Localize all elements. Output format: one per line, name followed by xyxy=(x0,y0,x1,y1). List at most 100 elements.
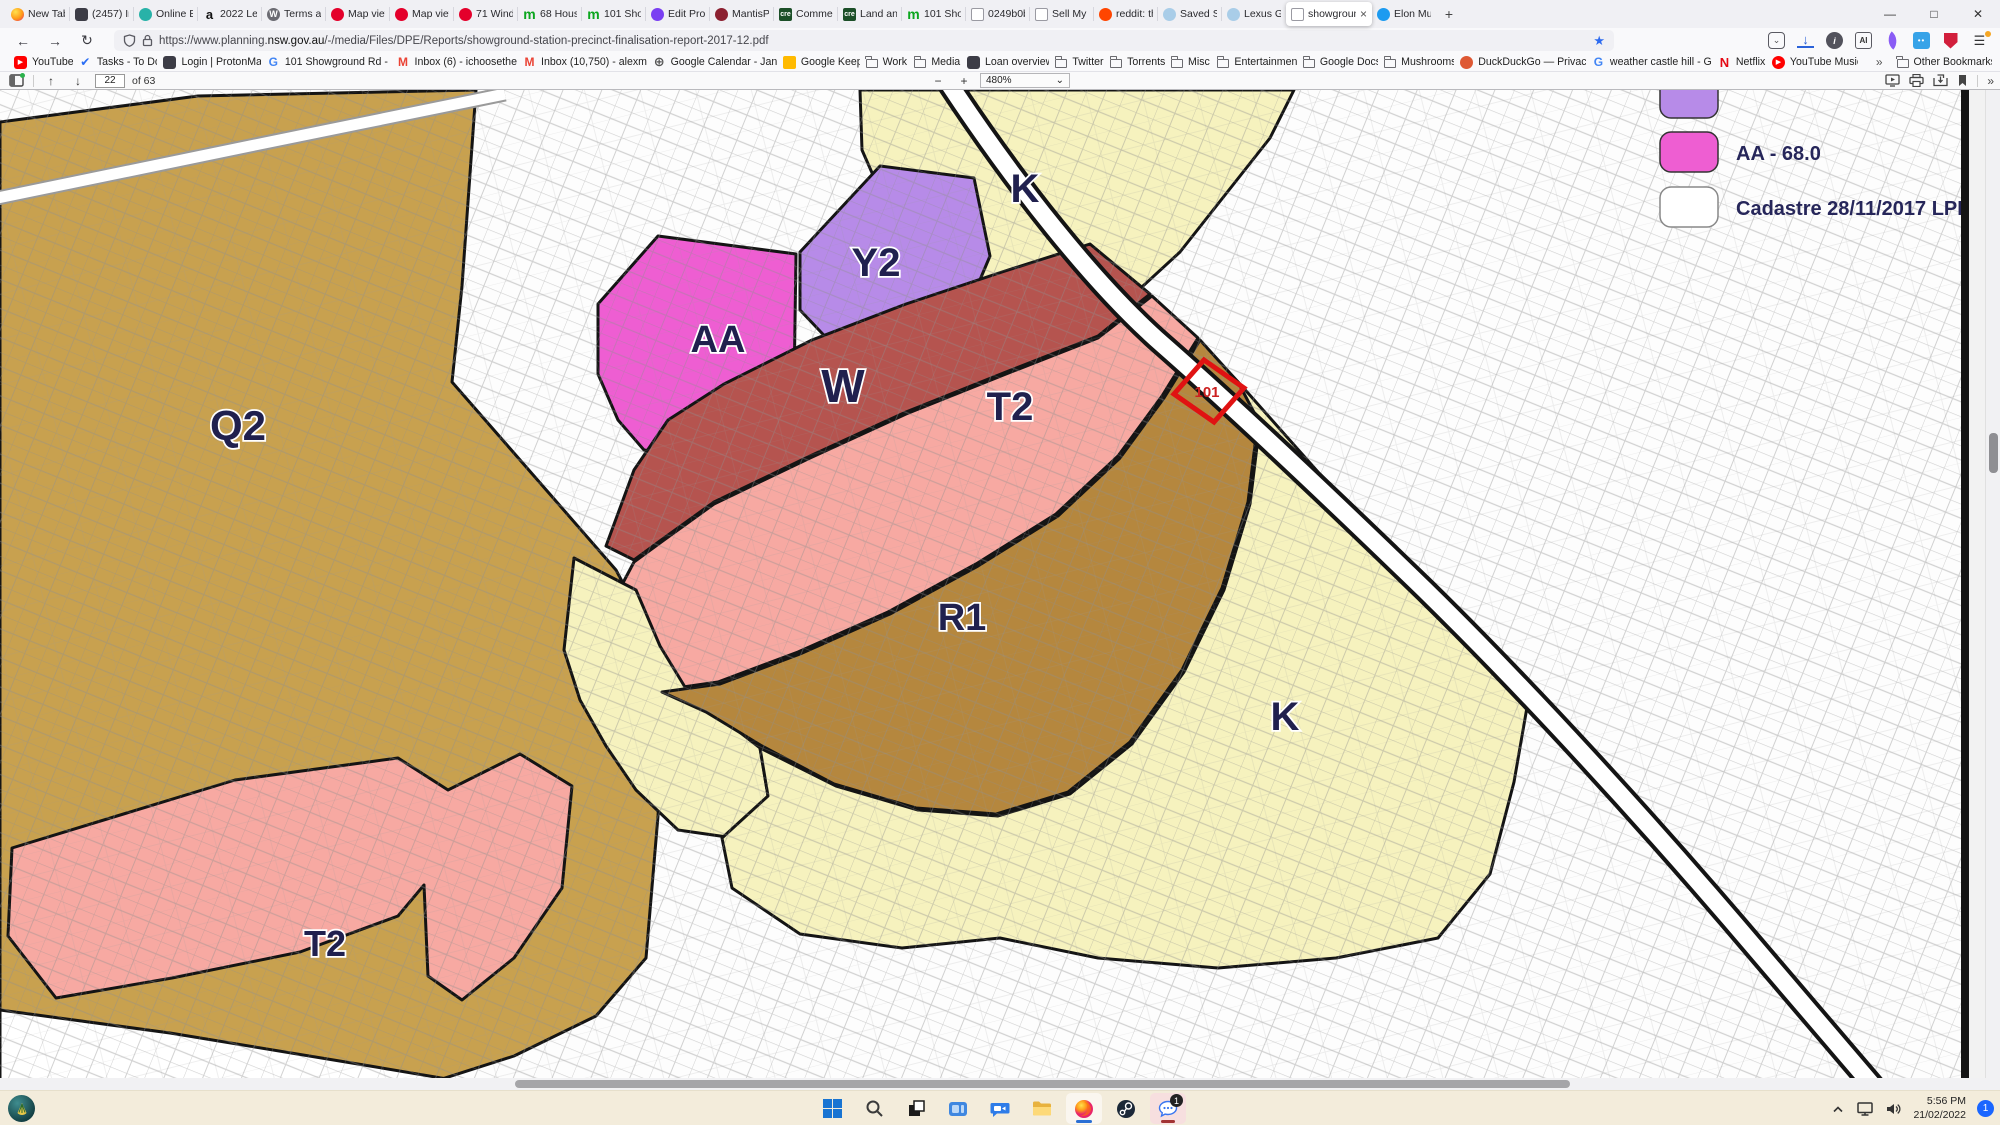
messages-icon[interactable]: 1 xyxy=(1150,1093,1186,1124)
browser-tab[interactable]: Online Ban × xyxy=(134,2,198,26)
pdf-zoom-in[interactable]: + xyxy=(954,73,974,89)
horizontal-scrollbar-thumb[interactable] xyxy=(515,1080,1570,1088)
pdf-page-down[interactable]: ↓ xyxy=(68,73,88,89)
browser-tab[interactable]: New Tab × xyxy=(6,2,70,26)
tray-expand-chevron-icon[interactable] xyxy=(1830,1103,1846,1115)
browser-tab[interactable]: W Terms and c × xyxy=(262,2,326,26)
pdf-page-up[interactable]: ↑ xyxy=(41,73,61,89)
browser-tab[interactable]: m 101 Showg × xyxy=(902,2,966,26)
browser-tab[interactable]: (2457) Inbo × xyxy=(70,2,134,26)
steam-icon[interactable] xyxy=(1108,1093,1144,1124)
bookmark-item[interactable]: Google Keep xyxy=(777,56,860,69)
browser-tab[interactable]: Map view o × xyxy=(390,2,454,26)
pocket-icon[interactable]: ⌄ xyxy=(1768,32,1785,49)
bookmark-item[interactable]: Entertainment xyxy=(1211,56,1296,68)
bookmark-item[interactable]: Login | ProtonMail xyxy=(157,56,260,69)
pdf-zoom-out[interactable]: − xyxy=(928,73,948,89)
browser-tab[interactable]: MantisProp × xyxy=(710,2,774,26)
bot-extension-icon[interactable]: •• xyxy=(1913,32,1930,49)
back-button[interactable]: ← xyxy=(10,30,36,51)
browser-tab[interactable]: 0249b0bd- × xyxy=(966,2,1030,26)
firefox-icon[interactable] xyxy=(1066,1093,1102,1124)
bookmark-item[interactable]: ✔ Tasks - To Do xyxy=(73,56,158,69)
bookmark-item[interactable]: Torrents xyxy=(1104,56,1165,68)
pdf-page-input[interactable] xyxy=(95,74,125,88)
browser-tab[interactable]: Sell My Prop × xyxy=(1030,2,1094,26)
bookmark-item[interactable]: Mushrooms xyxy=(1378,56,1454,68)
app-menu-icon[interactable]: ☰ xyxy=(1971,32,1988,49)
volume-icon[interactable] xyxy=(1885,1101,1902,1117)
chat-icon[interactable] xyxy=(982,1093,1018,1124)
bookmarks-bar: ▶ YouTube ✔ Tasks - To Do Login | Proton… xyxy=(0,53,2000,72)
bookmark-item[interactable]: G weather castle hill - G... xyxy=(1586,56,1712,69)
bookmark-item[interactable]: M Inbox (6) - ichoosethe... xyxy=(391,56,518,69)
horizontal-scrollbar[interactable] xyxy=(0,1078,1985,1090)
pdf-sidebar-toggle[interactable] xyxy=(6,73,26,89)
bookmark-item[interactable]: DuckDuckGo — Privac... xyxy=(1454,56,1586,69)
bookmark-item[interactable]: Twitter xyxy=(1049,56,1104,68)
start-button[interactable] xyxy=(814,1093,850,1124)
notification-count-badge[interactable]: 1 xyxy=(1977,1100,1994,1117)
pdf-tools-chevron[interactable]: » xyxy=(1987,74,1994,88)
vertical-scrollbar[interactable] xyxy=(1985,90,2000,1078)
url-bar[interactable]: https://www.planning.nsw.gov.au/-/media/… xyxy=(114,30,1614,51)
shell-widget-icon[interactable] xyxy=(8,1095,35,1122)
pdf-zoom-select[interactable]: 480% ⌄ xyxy=(980,73,1070,88)
bookmark-star-icon[interactable]: ★ xyxy=(1593,33,1605,49)
bookmark-item[interactable]: Work xyxy=(860,56,909,68)
minimize-button[interactable]: — xyxy=(1868,0,1912,28)
other-bookmarks[interactable]: Other Bookmarks xyxy=(1891,56,1992,68)
pdf-save-icon[interactable] xyxy=(1933,74,1948,87)
lock-icon[interactable] xyxy=(142,34,153,47)
browser-tab[interactable]: Edit Propert × xyxy=(646,2,710,26)
browser-tab[interactable]: Saved Sear × xyxy=(1158,2,1222,26)
adblock-shield-icon[interactable] xyxy=(1942,32,1959,49)
browser-tab[interactable]: cre Land and D × xyxy=(838,2,902,26)
close-button[interactable]: ✕ xyxy=(1956,0,2000,28)
photos-app-icon[interactable] xyxy=(898,1093,934,1124)
shield-icon[interactable] xyxy=(123,34,136,47)
info-extension-icon[interactable]: i xyxy=(1826,32,1843,49)
bookmark-item[interactable]: ▶ YouTube xyxy=(8,56,73,69)
zoning-map[interactable]: 101 Q2 T2 AA Y2 W T2 R1 K K AA - 68.0 Ca… xyxy=(0,90,1985,1078)
widgets-icon[interactable] xyxy=(940,1093,976,1124)
bookmark-item[interactable]: M Inbox (10,750) - alexm... xyxy=(517,56,647,69)
bookmark-item[interactable]: G 101 Showground Rd - ... xyxy=(261,56,391,69)
bookmark-item[interactable]: Google Docs xyxy=(1297,56,1378,68)
pdf-bookmark-icon[interactable] xyxy=(1957,74,1968,87)
forward-button[interactable]: → xyxy=(42,30,68,51)
grammar-feather-icon[interactable] xyxy=(1884,32,1901,49)
bookmark-item[interactable]: N Netflix xyxy=(1712,56,1766,69)
browser-tab[interactable]: cre Commercia × xyxy=(774,2,838,26)
browser-tab[interactable]: m 68 Houses × xyxy=(518,2,582,26)
new-tab-button[interactable]: + xyxy=(1436,2,1462,26)
browser-tab[interactable]: Elon Musk × xyxy=(1372,2,1436,26)
maximize-button[interactable]: □ xyxy=(1912,0,1956,28)
clock[interactable]: 5:56 PM 21/02/2022 xyxy=(1913,1095,1966,1121)
legend-swatch-partial xyxy=(1660,90,1718,118)
pdf-page-canvas[interactable]: 101 Q2 T2 AA Y2 W T2 R1 K K AA - 68.0 Ca… xyxy=(0,90,1985,1078)
browser-tab[interactable]: Map view o × xyxy=(326,2,390,26)
bookmark-item[interactable]: Misc xyxy=(1165,56,1211,68)
ai-extension-icon[interactable]: AI xyxy=(1855,32,1872,49)
bookmark-item[interactable]: Media xyxy=(908,56,961,68)
browser-tab[interactable]: Lexus GS G × xyxy=(1222,2,1286,26)
browser-tab[interactable]: showground × xyxy=(1286,2,1372,26)
browser-tab[interactable]: reddit: the × xyxy=(1094,2,1158,26)
browser-tab[interactable]: 71 Windso × xyxy=(454,2,518,26)
browser-tab[interactable]: m 101 Showg × xyxy=(582,2,646,26)
bookmark-item[interactable]: ▶ YouTube Music xyxy=(1766,56,1858,69)
bookmarks-overflow-icon[interactable]: » xyxy=(1868,55,1891,69)
search-icon[interactable] xyxy=(856,1093,892,1124)
tab-close-icon[interactable]: × xyxy=(1360,7,1367,21)
network-icon[interactable] xyxy=(1857,1101,1874,1117)
pdf-print-icon[interactable] xyxy=(1909,74,1924,87)
bookmark-item[interactable]: Loan overview xyxy=(961,56,1049,69)
reload-button[interactable]: ↻ xyxy=(74,30,100,51)
bookmark-item[interactable]: ⊕ Google Calendar - Jan... xyxy=(647,56,777,69)
file-explorer-icon[interactable] xyxy=(1024,1093,1060,1124)
browser-tab[interactable]: a 2022 Lexus × xyxy=(198,2,262,26)
pdf-presentation-icon[interactable] xyxy=(1885,74,1900,87)
vertical-scrollbar-thumb[interactable] xyxy=(1989,433,1998,473)
downloads-icon[interactable]: ↓ xyxy=(1797,33,1814,48)
